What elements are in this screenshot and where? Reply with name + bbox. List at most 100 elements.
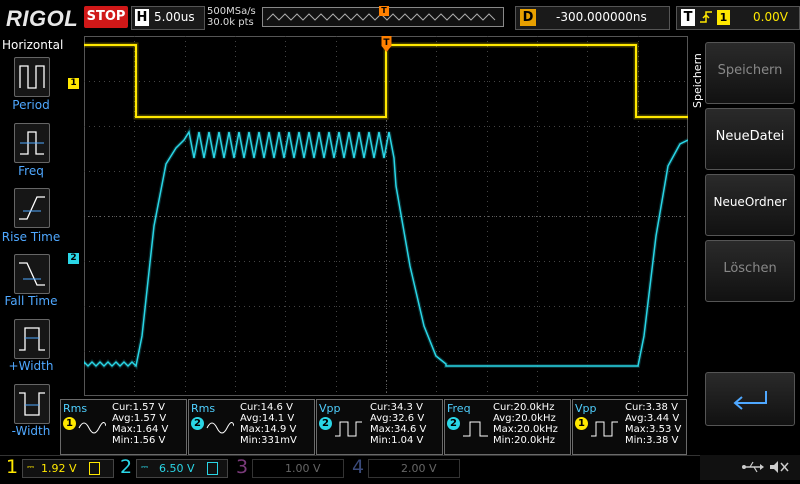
neg-width-label: -Width (11, 424, 51, 438)
meas-max: Max:1.64 V (112, 424, 169, 435)
fall-time-icon (19, 262, 45, 286)
meas-min: Min:331mV (240, 435, 297, 446)
ch3-number[interactable]: 3 (236, 455, 248, 480)
rigol-logo: RIGOL (6, 6, 79, 31)
ch2-impedance-icon (207, 462, 218, 475)
measurement-type: Rms (191, 402, 216, 415)
ch4-scale-value: 2.00 V (401, 462, 437, 475)
meas-cur: Cur:3.38 V (625, 402, 678, 413)
trigger-source: 1 (717, 10, 730, 25)
delay-box[interactable]: D -300.000000ns (515, 6, 670, 30)
measurement-values: Cur:1.57 V Avg:1.57 V Max:1.64 V Min:1.5… (112, 402, 168, 446)
timebase-box[interactable]: H 5.00us (131, 6, 205, 30)
return-arrow-icon (733, 391, 767, 410)
delay-value: -300.000000ns (556, 10, 647, 24)
period-icon (19, 65, 45, 89)
neg-width-icon (19, 392, 45, 416)
measurement-4[interactable]: Freq 2 Cur:20.0kHz Avg:20.0kHz Max:20.0k… (444, 399, 571, 455)
meas-avg: Avg:3.44 V (625, 413, 680, 424)
save-softkey[interactable]: Speichern (705, 42, 795, 104)
system-status-area (700, 455, 800, 480)
measurement-values: Cur:14.6 V Avg:14.1 V Max:14.9 V Min:331… (240, 402, 297, 446)
run-stop-button[interactable]: STOP (84, 6, 128, 28)
return-softkey[interactable] (705, 372, 795, 426)
measurement-channel: 2 (447, 417, 460, 430)
ch1-scale[interactable]: ⎓ 1.92 V (22, 459, 114, 478)
new-file-softkey[interactable]: NeueDatei (705, 108, 795, 170)
measurement-2[interactable]: Rms 2 Cur:14.6 V Avg:14.1 V Max:14.9 V M… (188, 399, 315, 455)
fall-time-label: Fall Time (4, 294, 58, 308)
sample-rate: 500MSa/s (207, 6, 256, 17)
neg-width-button[interactable] (14, 384, 50, 424)
period-button[interactable] (14, 57, 50, 97)
ch2-number[interactable]: 2 (120, 455, 132, 480)
freq-icon (20, 131, 44, 155)
speaker-muted-icon (770, 461, 789, 473)
vpp-waveform-icon (335, 421, 362, 437)
measurement-type: Vpp (575, 402, 597, 415)
freq-waveform-icon (463, 421, 488, 437)
ch3-scale[interactable]: 1.00 V (252, 459, 344, 478)
meas-min: Min:1.04 V (370, 435, 424, 446)
measurement-type: Freq (447, 402, 471, 415)
rise-time-icon (19, 196, 45, 220)
horizontal-label: H (135, 9, 149, 26)
trigger-box[interactable]: T 1 0.00V (676, 6, 800, 30)
meas-cur: Cur:20.0kHz (493, 402, 555, 413)
meas-cur: Cur:14.6 V (240, 402, 293, 413)
ch1-impedance-icon (89, 462, 100, 475)
measurement-type: Vpp (319, 402, 341, 415)
measurement-values: Cur:34.3 V Avg:32.6 V Max:34.6 V Min:1.0… (370, 402, 426, 446)
fall-time-button[interactable] (14, 254, 50, 294)
ch1-number[interactable]: 1 (6, 455, 18, 480)
memory-depth: 30.0k pts (207, 17, 254, 28)
dc-coupling-icon: ⎓ (141, 463, 149, 473)
timebase-value: 5.00us (154, 10, 195, 24)
new-folder-softkey-label: NeueOrdner (713, 195, 787, 209)
measurement-values: Cur:20.0kHz Avg:20.0kHz Max:20.0kHz Min:… (493, 402, 558, 446)
rms-waveform-icon (206, 422, 234, 434)
trigger-time-marker-label: T (383, 38, 390, 48)
ch3-scale-value: 1.00 V (285, 462, 321, 475)
measurement-channel: 1 (575, 417, 588, 430)
new-folder-softkey[interactable]: NeueOrdner (705, 174, 795, 236)
pos-width-button[interactable] (14, 319, 50, 359)
new-file-softkey-label: NeueDatei (715, 129, 785, 144)
ch2-scale-value: 6.50 V (159, 462, 195, 475)
measurement-type: Rms (63, 402, 88, 415)
meas-min: Min:3.38 V (625, 435, 679, 446)
delete-softkey[interactable]: Löschen (705, 240, 795, 302)
measurement-1[interactable]: Rms 1 Cur:1.57 V Avg:1.57 V Max:1.64 V M… (60, 399, 187, 455)
measurement-5[interactable]: Vpp 1 Cur:3.38 V Avg:3.44 V Max:3.53 V M… (572, 399, 687, 455)
trigger-level: 0.00V (753, 10, 788, 24)
status-icons (742, 461, 789, 473)
meas-max: Max:3.53 V (625, 424, 682, 435)
ch1-offset-marker[interactable]: 1 (68, 78, 79, 89)
meas-max: Max:34.6 V (370, 424, 427, 435)
meas-cur: Cur:1.57 V (112, 402, 165, 413)
meas-max: Max:14.9 V (240, 424, 297, 435)
ch4-scale[interactable]: 2.00 V (368, 459, 460, 478)
ch2-scale[interactable]: ⎓ 6.50 V (136, 459, 228, 478)
rising-edge-icon (699, 9, 713, 29)
trigger-position-marker: T (379, 6, 389, 16)
ch2-offset-marker[interactable]: 2 (68, 253, 79, 264)
freq-button[interactable] (14, 123, 50, 163)
rise-time-button[interactable] (14, 188, 50, 228)
waveform-grid: T (82, 36, 689, 396)
meas-avg: Avg:32.6 V (370, 413, 425, 424)
vpp-waveform-icon (591, 421, 618, 437)
sample-info: 500MSa/s 30.0k pts (207, 6, 256, 28)
meas-avg: Avg:20.0kHz (493, 413, 556, 424)
waveform-display[interactable]: T (82, 36, 689, 396)
usb-icon (742, 461, 764, 473)
trigger-label: T (681, 9, 695, 26)
ch4-number[interactable]: 4 (352, 455, 364, 480)
memory-position-bar[interactable]: T (262, 6, 504, 27)
freq-label: Freq (18, 164, 44, 178)
measurement-3[interactable]: Vpp 2 Cur:34.3 V Avg:32.6 V Max:34.6 V M… (316, 399, 443, 455)
right-menu-title: Speichern (691, 53, 704, 108)
dc-coupling-icon: ⎓ (27, 463, 35, 473)
pos-width-icon (19, 327, 45, 351)
rise-time-label: Rise Time (1, 230, 61, 244)
